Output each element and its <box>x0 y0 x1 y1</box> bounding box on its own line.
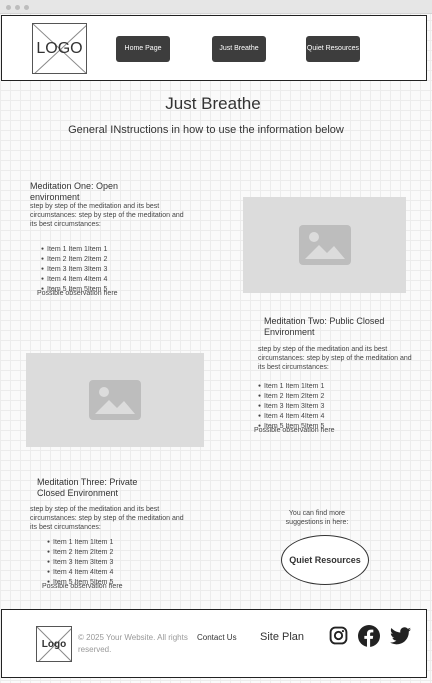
list-item: Item 1 Item 1Item 1 <box>41 245 107 255</box>
nav-just-breathe-button[interactable]: Just Breathe <box>212 36 266 62</box>
section-one-title: Meditation One: Open environment <box>30 181 119 202</box>
section-one-list: Item 1 Item 1Item 1 Item 2 Item 2Item 2 … <box>41 245 107 295</box>
list-item: Item 2 Item 2Item 2 <box>258 392 324 402</box>
section-two-body: step by step of the meditation and its b… <box>258 346 412 371</box>
section-three-list: Item 1 Item 1Item 1 Item 2 Item 2Item 2 … <box>47 538 113 588</box>
section-one-image <box>243 197 406 293</box>
page-title: Just Breathe <box>165 94 261 113</box>
contact-us-link[interactable]: Contact Us <box>197 633 237 642</box>
copyright-text: © 2025 Your Website. All rights reserved… <box>78 633 188 654</box>
image-placeholder-icon <box>299 225 351 265</box>
section-one-body: step by step of the meditation and its b… <box>30 203 184 228</box>
site-header: LOGO Home Page Just Breathe Quiet Resour… <box>1 15 427 81</box>
section-three-title: Meditation Three: Private Closed Environ… <box>37 477 138 498</box>
list-item: Item 3 Item 3Item 3 <box>47 558 113 568</box>
window-dot-icon <box>24 5 29 10</box>
nav-quiet-resources-button[interactable]: Quiet Resources <box>306 36 360 62</box>
list-item: Item 4 Item 4Item 4 <box>47 568 113 578</box>
section-three-observation: Possible observation here <box>42 583 123 590</box>
twitter-icon[interactable] <box>390 627 411 645</box>
quiet-resources-button[interactable]: Quiet Resources <box>281 535 369 585</box>
list-item: Item 4 Item 4Item 4 <box>258 412 324 422</box>
footer-logo-text: Logo <box>41 638 67 650</box>
header-logo[interactable]: LOGO <box>32 23 87 74</box>
nav-home-button[interactable]: Home Page <box>116 36 170 62</box>
section-two-observation: Possible observation here <box>254 427 335 434</box>
list-item: Item 2 Item 2Item 2 <box>47 548 113 558</box>
list-item: Item 4 Item 4Item 4 <box>41 275 107 285</box>
instagram-icon[interactable] <box>329 626 348 645</box>
site-footer: Logo © 2025 Your Website. All rights res… <box>1 609 427 678</box>
section-two-title: Meditation Two: Public Closed Environmen… <box>264 316 385 337</box>
page-subtitle: General INstructions in how to use the i… <box>68 124 344 136</box>
site-plan-link[interactable]: Site Plan <box>260 631 304 643</box>
window-dot-icon <box>15 5 20 10</box>
facebook-icon[interactable] <box>358 625 380 647</box>
logo-text: LOGO <box>36 39 83 57</box>
footer-logo[interactable]: Logo <box>36 626 72 662</box>
section-one-observation: Possible observation here <box>37 290 118 297</box>
section-three-body: step by step of the meditation and its b… <box>30 506 184 531</box>
list-item: Item 3 Item 3Item 3 <box>41 265 107 275</box>
list-item: Item 2 Item 2Item 2 <box>41 255 107 265</box>
section-two-list: Item 1 Item 1Item 1 Item 2 Item 2Item 2 … <box>258 382 324 432</box>
browser-chrome <box>0 0 432 14</box>
section-two-image <box>26 353 204 447</box>
resources-hint: You can find more suggestions in here: <box>285 510 349 526</box>
window-dot-icon <box>6 5 11 10</box>
list-item: Item 1 Item 1Item 1 <box>258 382 324 392</box>
image-placeholder-icon <box>89 380 141 420</box>
list-item: Item 1 Item 1Item 1 <box>47 538 113 548</box>
list-item: Item 3 Item 3Item 3 <box>258 402 324 412</box>
